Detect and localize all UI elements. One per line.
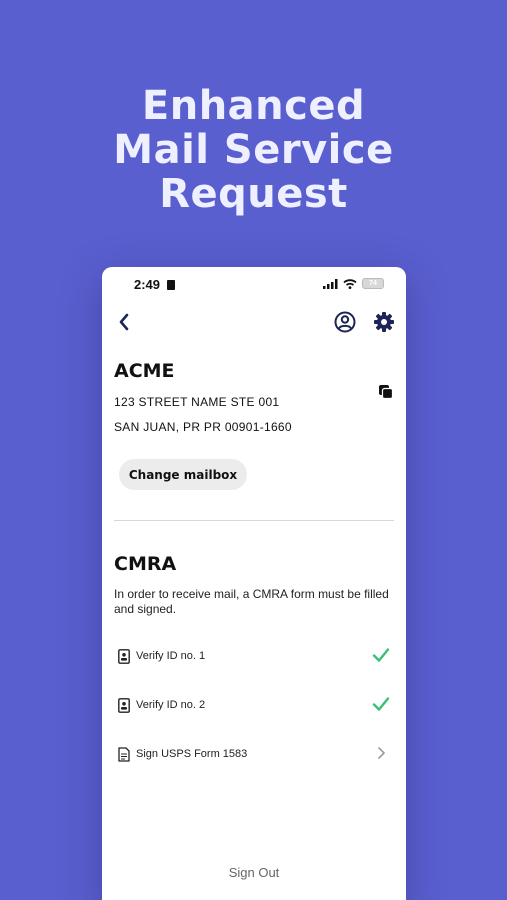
gear-icon — [374, 312, 394, 332]
nav-bar — [102, 309, 406, 337]
headline-line-2: Mail Service — [113, 127, 394, 173]
user-circle-icon — [334, 311, 356, 333]
headline: Enhanced Mail Service Request — [0, 84, 507, 216]
cmra-description: In order to receive mail, a CMRA form mu… — [114, 587, 389, 616]
mailbox-name: ACME — [114, 360, 175, 382]
copy-address-button[interactable] — [378, 384, 394, 405]
back-button[interactable] — [118, 313, 130, 336]
document-icon — [118, 747, 130, 767]
chevron-left-icon — [119, 313, 129, 331]
signal-icon — [323, 278, 338, 289]
address-line-2: SAN JUAN, PR PR 00901-1660 — [114, 420, 292, 434]
battery-icon: 74 — [362, 278, 384, 289]
id-badge-icon — [167, 280, 175, 290]
chevron-right-icon — [372, 745, 390, 766]
section-divider — [114, 520, 394, 521]
status-time: 2:49 — [134, 277, 161, 292]
list-item-verify-id-2[interactable]: Verify ID no. 2 — [102, 691, 406, 721]
list-item-label: Verify ID no. 2 — [136, 699, 206, 711]
copy-icon — [379, 385, 394, 400]
status-bar: 2:49 74 — [102, 277, 406, 293]
list-item-label: Verify ID no. 1 — [136, 650, 206, 662]
list-item-label: Sign USPS Form 1583 — [136, 748, 248, 760]
change-mailbox-button[interactable]: Change mailbox — [119, 459, 247, 490]
status-indicators: 74 — [323, 278, 384, 289]
cmra-title: CMRA — [114, 553, 177, 575]
check-icon — [372, 696, 390, 717]
sign-out-link[interactable]: Sign Out — [102, 865, 406, 880]
list-item-sign-form[interactable]: Sign USPS Form 1583 — [102, 740, 406, 770]
headline-line-3: Request — [159, 171, 348, 217]
wifi-icon — [343, 278, 357, 289]
check-icon — [372, 647, 390, 668]
headline-line-1: Enhanced — [141, 83, 366, 129]
profile-button[interactable] — [334, 311, 356, 338]
phone-screen: 2:49 74 ACME 123 STREET NAME STE 001 SAN… — [102, 267, 406, 900]
address-line-1: 123 STREET NAME STE 001 — [114, 395, 280, 409]
list-item-verify-id-1[interactable]: Verify ID no. 1 — [102, 642, 406, 672]
id-card-icon — [118, 698, 130, 718]
id-card-icon — [118, 649, 130, 669]
settings-button[interactable] — [373, 311, 395, 338]
